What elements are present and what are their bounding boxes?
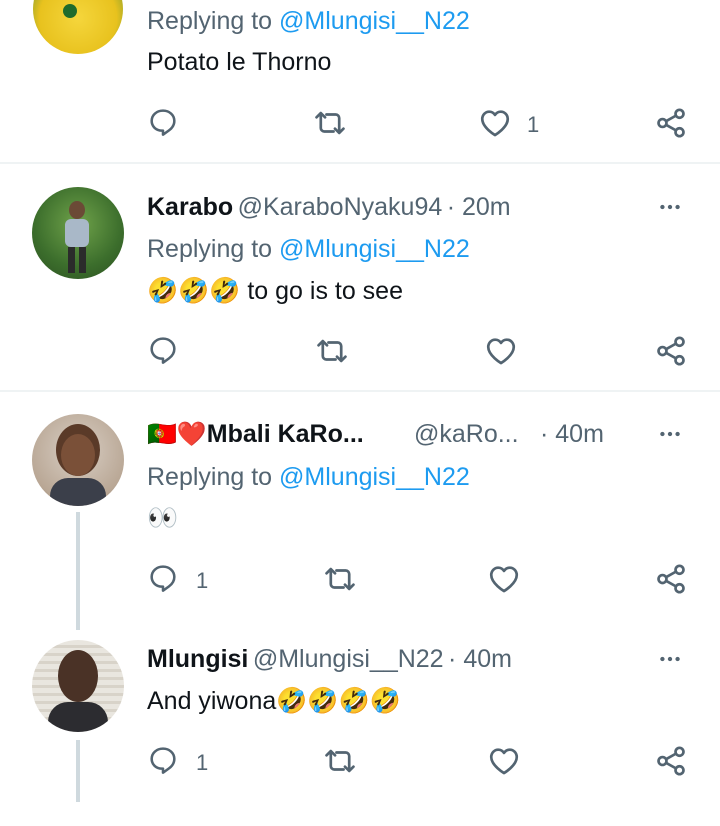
tweet-text: 🤣🤣🤣 to go is to see bbox=[147, 277, 403, 305]
retweet-icon[interactable] bbox=[313, 106, 347, 140]
tweet-time[interactable]: · 20m bbox=[447, 193, 511, 221]
replying-to-text: Replying to @Mlungisi__N22 bbox=[147, 463, 470, 491]
emoji: 🤣🤣🤣 bbox=[147, 277, 241, 305]
reply-icon[interactable] bbox=[147, 334, 179, 366]
avatar[interactable] bbox=[32, 414, 124, 506]
like-count: 1 bbox=[527, 112, 540, 137]
tweet-header: Mlungisi @Mlungisi__N22 · 40m bbox=[147, 645, 512, 674]
share-icon[interactable] bbox=[654, 106, 688, 140]
tweet-time[interactable]: · 40m bbox=[448, 645, 512, 673]
reply-handle-link[interactable]: @Mlungisi__N22 bbox=[279, 7, 470, 35]
name-emoji: 🇵🇹❤️ bbox=[147, 421, 207, 448]
like-icon[interactable] bbox=[487, 744, 521, 778]
more-options-icon[interactable] bbox=[655, 421, 685, 447]
reply-count: 1 bbox=[196, 568, 209, 593]
share-icon[interactable] bbox=[654, 562, 688, 596]
reply-icon[interactable] bbox=[147, 106, 179, 138]
like-icon[interactable] bbox=[484, 334, 518, 368]
user-handle[interactable]: @KaraboNyaku94 bbox=[238, 193, 443, 221]
share-icon[interactable] bbox=[654, 334, 688, 368]
avatar[interactable] bbox=[33, 0, 123, 54]
reply-icon[interactable] bbox=[147, 744, 179, 776]
share-icon[interactable] bbox=[654, 744, 688, 778]
like-icon[interactable] bbox=[487, 562, 521, 596]
reply-icon[interactable] bbox=[147, 562, 179, 594]
user-handle[interactable]: @Mlungisi__N22 bbox=[253, 645, 444, 673]
retweet-icon[interactable] bbox=[323, 562, 357, 596]
replying-to-text: Replying to @Mlungisi__N22 bbox=[147, 7, 470, 35]
like-icon[interactable] bbox=[478, 106, 512, 140]
reply-handle-link[interactable]: @Mlungisi__N22 bbox=[279, 235, 470, 263]
divider bbox=[0, 162, 720, 164]
tweet-header: Karabo @KaraboNyaku94 · 20m bbox=[147, 193, 511, 222]
avatar[interactable] bbox=[32, 640, 124, 732]
display-name[interactable]: Mbali KaRo... bbox=[207, 420, 364, 448]
divider bbox=[0, 390, 720, 392]
tweet-text: And yiwona🤣🤣🤣🤣 bbox=[147, 687, 401, 715]
tweet-text: Potato le Thorno bbox=[147, 48, 332, 76]
display-name[interactable]: Karabo bbox=[147, 193, 233, 221]
avatar[interactable] bbox=[32, 187, 124, 279]
reply-handle-link[interactable]: @Mlungisi__N22 bbox=[279, 463, 470, 491]
retweet-icon[interactable] bbox=[315, 334, 349, 368]
tweet-header: 🇵🇹❤️Mbali KaRo... bbox=[147, 420, 364, 449]
display-name[interactable]: Mlungisi bbox=[147, 645, 248, 673]
replying-to-text: Replying to @Mlungisi__N22 bbox=[147, 235, 470, 263]
thread-line bbox=[76, 740, 80, 802]
more-options-icon[interactable] bbox=[655, 646, 685, 672]
reply-count: 1 bbox=[196, 750, 209, 775]
retweet-icon[interactable] bbox=[323, 744, 357, 778]
tweet-text: 👀 bbox=[147, 504, 179, 532]
tweet-time[interactable]: · 40m bbox=[540, 420, 604, 449]
more-options-icon[interactable] bbox=[655, 194, 685, 220]
thread-line bbox=[76, 512, 80, 630]
emoji: 🤣🤣🤣🤣 bbox=[276, 687, 401, 715]
user-handle[interactable]: @kaRo... bbox=[414, 420, 519, 449]
